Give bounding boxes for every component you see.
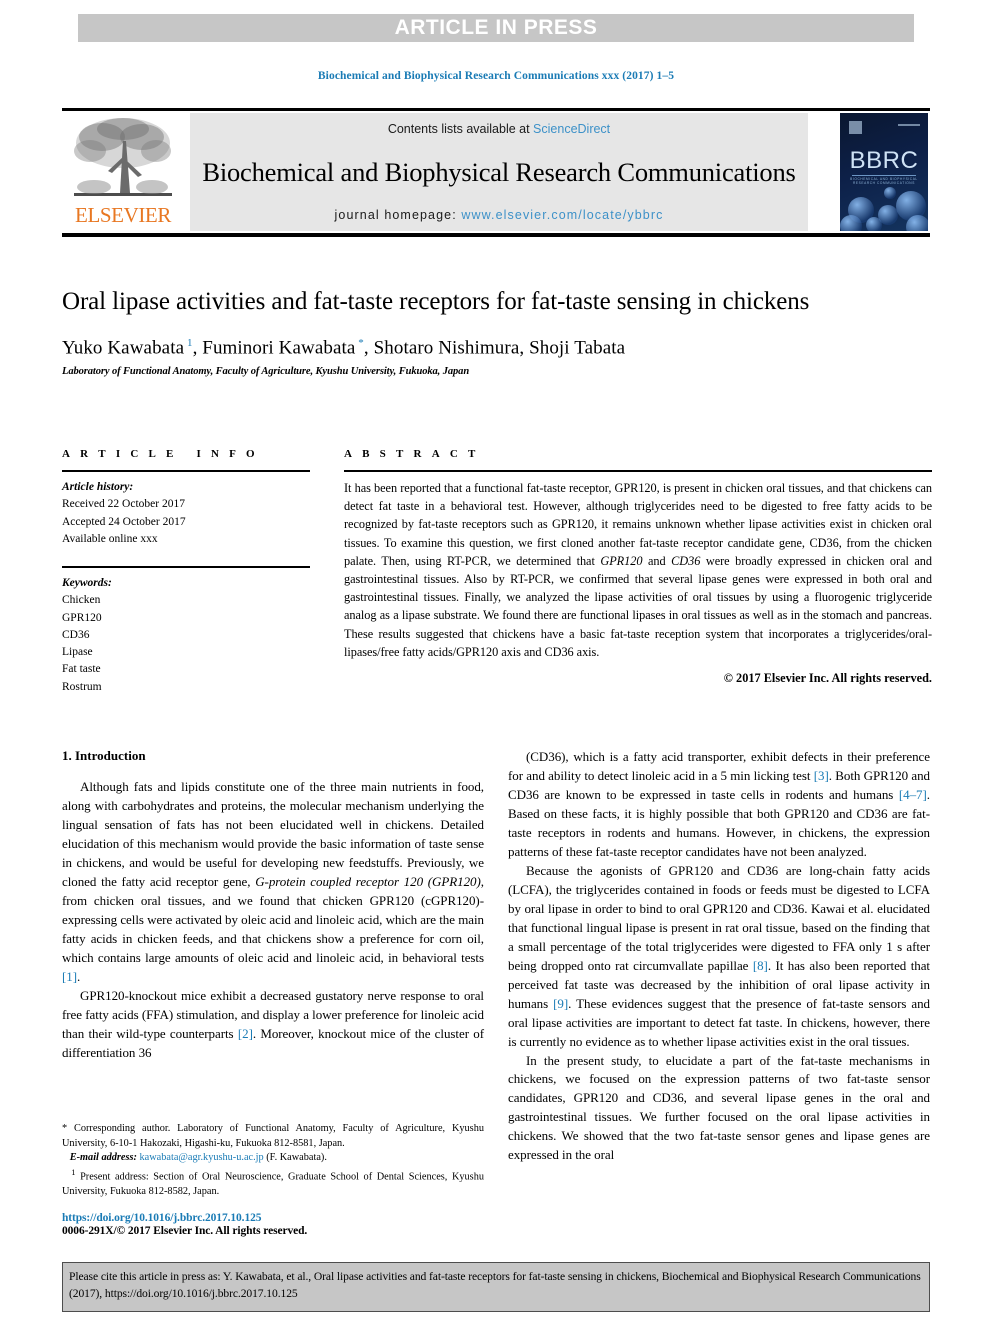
doi-link[interactable]: https://doi.org/10.1016/j.bbrc.2017.10.1… xyxy=(62,1212,484,1224)
cover-issn-bar-icon xyxy=(898,124,920,126)
email-address-label: E-mail address: xyxy=(69,1152,137,1164)
elsevier-logo: ELSEVIER xyxy=(64,113,182,231)
gene-name-italic: G-protein coupled receptor 120 (GPR120) xyxy=(255,873,481,889)
introduction-heading: 1. Introduction xyxy=(62,748,146,763)
body-paragraph: GPR120-knockout mice exhibit a decreased… xyxy=(62,987,484,1063)
cover-publisher-mark-icon xyxy=(849,121,862,134)
text-segment: . xyxy=(77,968,81,984)
running-head-citation: Biochemical and Biophysical Research Com… xyxy=(317,70,675,82)
keywords-list: Chicken GPR120 CD36 Lipase Fat taste Rostrum xyxy=(62,592,310,696)
abstract-rule xyxy=(344,470,932,472)
cover-divider xyxy=(852,175,916,176)
citation-reference-link[interactable]: [3] xyxy=(814,768,829,783)
abstract-heading: A B S T R A C T xyxy=(344,448,480,460)
keyword-item: Lipase xyxy=(62,646,93,658)
abstract-copyright: © 2017 Elsevier Inc. All rights reserved… xyxy=(723,670,932,685)
article-in-press-banner: ARTICLE IN PRESS xyxy=(78,14,914,42)
cover-bokeh-4 xyxy=(840,215,862,231)
cover-bokeh-5 xyxy=(866,217,882,231)
article-info-rule xyxy=(62,470,310,472)
author-name: Shotaro Nishimura xyxy=(373,336,520,358)
author-affiliation: Laboratory of Functional Anatomy, Facult… xyxy=(62,365,470,377)
footnote-present-address: 1 Present address: Section of Oral Neuro… xyxy=(62,1166,484,1200)
doi-block: https://doi.org/10.1016/j.bbrc.2017.10.1… xyxy=(62,1212,484,1237)
keyword-item: CD36 xyxy=(62,628,90,641)
issn-copyright-line: 0006-291X/© 2017 Elsevier Inc. All right… xyxy=(62,1225,308,1237)
footnote-email: E-mail address: kawabata@agr.kyushu-u.ac… xyxy=(62,1151,484,1166)
homepage-prefix: journal homepage: xyxy=(334,208,462,222)
article-history-item: Accepted 24 October 2017 xyxy=(62,515,186,528)
body-paragraph: Although fats and lipids constitute one … xyxy=(62,778,484,987)
keywords-label: Keywords: xyxy=(62,577,112,589)
email-address-suffix: (F. Kawabata). xyxy=(266,1152,327,1164)
author-name: Yuko Kawabata xyxy=(62,336,185,358)
citation-footer-text: Please cite this article in press as: Y.… xyxy=(69,1270,921,1301)
author-footnote-mark[interactable]: 1 xyxy=(184,337,193,349)
keyword-item: Rostrum xyxy=(62,680,102,693)
text-segment: In the present study, to elucidate a par… xyxy=(508,1052,930,1163)
journal-homepage-line: journal homepage: www.elsevier.com/locat… xyxy=(335,208,664,222)
cover-bokeh-6 xyxy=(906,215,928,231)
article-info-column: A R T I C L E I N F O Article history: R… xyxy=(62,448,310,696)
masthead-top-rule xyxy=(62,108,930,111)
body-paragraph: Because the agonists of GPR120 and CD36 … xyxy=(508,862,930,1052)
email-address-link[interactable]: kawabata@agr.kyushu-u.ac.jp xyxy=(140,1152,264,1163)
cover-title-text: BBRC xyxy=(849,147,919,174)
journal-homepage-link[interactable]: www.elsevier.com/locate/ybbrc xyxy=(461,208,663,222)
body-paragraph: In the present study, to elucidate a par… xyxy=(508,1052,930,1166)
cover-bokeh-7 xyxy=(884,187,896,199)
abstract-gene-name: CD36 xyxy=(671,553,701,568)
text-segment: Because the agonists of GPR120 and CD36 … xyxy=(508,862,930,973)
article-history-item: Available online xxx xyxy=(62,532,158,545)
text-segment: . These evidences suggest that the prese… xyxy=(508,995,931,1049)
citation-reference-link[interactable]: [9] xyxy=(553,996,568,1011)
abstract-segment: were broadly expressed in chicken oral a… xyxy=(344,553,932,659)
contents-lists-line: Contents lists available at ScienceDirec… xyxy=(388,122,610,136)
article-in-press-label: ARTICLE IN PRESS xyxy=(394,16,598,39)
masthead-bottom-rule xyxy=(62,233,930,237)
abstract-text: It has been reported that a functional f… xyxy=(344,479,932,661)
author-footnote-mark[interactable]: * xyxy=(355,337,364,349)
abstract-segment: and xyxy=(642,553,672,568)
body-column-right: (CD36), which is a fatty acid transporte… xyxy=(508,748,930,1165)
cover-subtitle-text: BIOCHEMICAL AND BIOPHYSICAL RESEARCH COM… xyxy=(850,177,918,185)
citation-reference-link[interactable]: [4–7] xyxy=(899,787,927,802)
sciencedirect-link[interactable]: ScienceDirect xyxy=(533,122,610,136)
introduction-left-paragraphs: Although fats and lipids constitute one … xyxy=(62,778,484,1063)
article-history-label: Article history: xyxy=(62,481,134,493)
citation-footer-box: Please cite this article in press as: Y.… xyxy=(62,1262,930,1312)
text-segment: Although fats and lipids constitute one … xyxy=(62,779,484,889)
body-paragraph: (CD36), which is a fatty acid transporte… xyxy=(508,748,930,862)
author-name: Shoji Tabata xyxy=(529,336,626,358)
footnote-corresponding-author: * Corresponding author. Laboratory of Fu… xyxy=(62,1123,484,1149)
title-block: Oral lipase activities and fat-taste rec… xyxy=(62,286,892,377)
keyword-item: Chicken xyxy=(62,594,101,607)
article-title: Oral lipase activities and fat-taste rec… xyxy=(62,288,810,315)
elsevier-wordmark: ELSEVIER xyxy=(75,203,171,227)
footnotes-block: * Corresponding author. Laboratory of Fu… xyxy=(62,1122,484,1199)
keywords-rule xyxy=(62,566,310,568)
article-history-list: Received 22 October 2017 Accepted 24 Octo… xyxy=(62,496,310,548)
citation-reference-link[interactable]: [1] xyxy=(62,969,77,984)
citation-reference-link[interactable]: [8] xyxy=(753,958,768,973)
journal-masthead: ELSEVIER Contents lists available at Sci… xyxy=(62,108,930,237)
body-column-left: 1. Introduction Although fats and lipids… xyxy=(62,748,484,1063)
abstract-gene-name: GPR120 xyxy=(600,553,643,568)
author-list: Yuko Kawabata 1, Fuminori Kawabata *, Sh… xyxy=(62,336,626,358)
abstract-column: A B S T R A C T It has been reported tha… xyxy=(344,448,932,686)
article-info-heading: A R T I C L E I N F O xyxy=(62,448,259,460)
journal-title: Biochemical and Biophysical Research Com… xyxy=(202,156,796,187)
author-name: Fuminori Kawabata xyxy=(202,336,356,358)
masthead-center-panel: Contents lists available at ScienceDirec… xyxy=(190,113,808,231)
journal-cover-thumbnail: BBRC BIOCHEMICAL AND BIOPHYSICAL RESEARC… xyxy=(840,113,928,231)
citation-reference-link[interactable]: [2] xyxy=(238,1026,253,1041)
elsevier-tree-icon xyxy=(74,118,172,196)
keyword-item: GPR120 xyxy=(62,611,102,624)
article-history-item: Received 22 October 2017 xyxy=(62,498,185,511)
present-address-text: Present address: Section of Oral Neurosc… xyxy=(62,1171,484,1197)
contents-lists-prefix: Contents lists available at xyxy=(387,122,534,136)
introduction-right-paragraphs: (CD36), which is a fatty acid transporte… xyxy=(508,748,930,1165)
keyword-item: Fat taste xyxy=(62,663,101,676)
